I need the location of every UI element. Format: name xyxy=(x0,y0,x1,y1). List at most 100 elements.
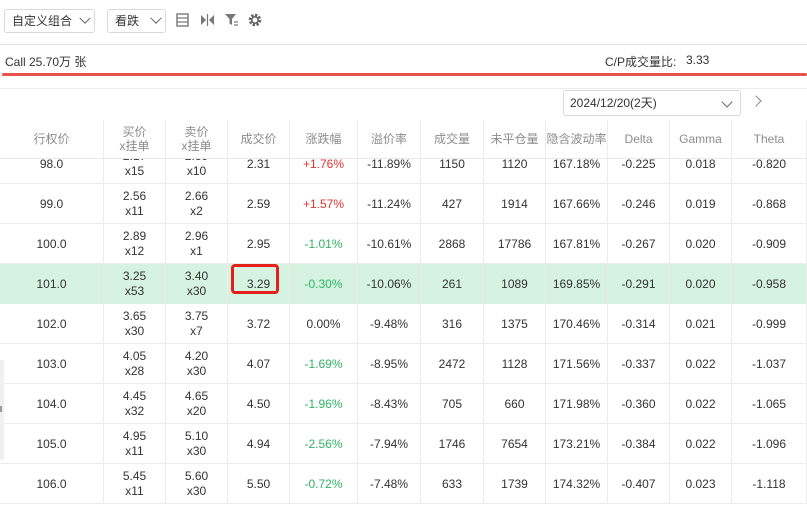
cell-premium: -11.24% xyxy=(358,184,421,224)
cell-bid: 3.25 x53 xyxy=(104,264,166,304)
cell-bid: 4.05 x28 xyxy=(104,344,166,384)
cell-ask: 2.96 x1 xyxy=(166,224,228,264)
column-header-last-price[interactable]: 成交价 xyxy=(228,120,290,158)
expiry-date-value: 2024/12/20(2天) xyxy=(570,96,657,110)
cell-strike: 105.0 xyxy=(0,424,104,464)
column-header-delta[interactable]: Delta xyxy=(608,120,670,158)
cell-gamma: 0.022 xyxy=(670,384,732,424)
cell-open-interest: 1375 xyxy=(484,304,546,344)
cell-open-interest: 1089 xyxy=(484,264,546,304)
column-header-bid[interactable]: 买价 x挂单 xyxy=(104,120,166,158)
cell-gamma: 0.022 xyxy=(670,344,732,384)
cell-change: +1.57% xyxy=(290,184,358,224)
table-row[interactable]: 104.0 4.45 x32 4.65 x20 4.50 -1.96% -8.43% 705… xyxy=(0,384,807,424)
cell-delta: -0.246 xyxy=(608,184,670,224)
table-row[interactable]: 103.0 4.05 x28 4.20 x30 4.07 -1.69% -8.95% 247… xyxy=(0,344,807,384)
column-header-open-interest[interactable]: 未平仓量 xyxy=(484,120,546,158)
column-header-strike[interactable]: 行权价 xyxy=(0,120,104,158)
cell-implied-volatility: 171.98% xyxy=(546,384,608,424)
gear-icon[interactable] xyxy=(247,12,263,28)
cell-ask: 3.40 x30 xyxy=(166,264,228,304)
cp-ratio-label: C/P成交量比: xyxy=(605,55,677,69)
cell-bid: 4.45 x32 xyxy=(104,384,166,424)
cell-volume: 633 xyxy=(421,464,484,504)
cell-open-interest: 7654 xyxy=(484,424,546,464)
cell-bid: 5.45 x11 xyxy=(104,464,166,504)
table-icon[interactable] xyxy=(176,12,190,28)
column-header-theta[interactable]: Theta xyxy=(732,120,807,158)
last-price-highlight-box xyxy=(231,264,279,294)
chevron-down-icon xyxy=(150,12,162,24)
cell-ask: 5.10 x30 xyxy=(166,424,228,464)
cell-change: -1.01% xyxy=(290,224,358,264)
cell-implied-volatility: 171.56% xyxy=(546,344,608,384)
cell-change: -1.96% xyxy=(290,384,358,424)
trend-dropdown-label: 看跌 xyxy=(115,14,140,28)
table-row[interactable]: 101.0 3.25 x53 3.40 x30 3.29 -0.30% -10.06% 26… xyxy=(0,264,807,304)
cell-gamma: 0.022 xyxy=(670,424,732,464)
column-header-volume[interactable]: 成交量 xyxy=(421,120,484,158)
cell-open-interest: 660 xyxy=(484,384,546,424)
cell-gamma: 0.020 xyxy=(670,224,732,264)
column-header-gamma[interactable]: Gamma xyxy=(670,120,732,158)
cell-change: -2.56% xyxy=(290,424,358,464)
cell-strike: 104.0 xyxy=(0,384,104,424)
cell-bid: 4.95 x11 xyxy=(104,424,166,464)
trend-dropdown[interactable]: 看跌 xyxy=(107,9,166,33)
cell-ask: 4.65 x20 xyxy=(166,384,228,424)
cell-volume: 2868 xyxy=(421,224,484,264)
cell-premium: -8.95% xyxy=(358,344,421,384)
cell-last-price: 3.72 xyxy=(228,304,290,344)
compare-icon[interactable] xyxy=(200,12,215,28)
cell-volume: 1746 xyxy=(421,424,484,464)
cell-open-interest: 1128 xyxy=(484,344,546,384)
cell-bid: 3.65 x30 xyxy=(104,304,166,344)
drag-handle-icon xyxy=(0,406,2,412)
table-row[interactable]: 99.0 2.56 x11 2.66 x2 2.59 +1.57% -11.24% 427 1… xyxy=(0,184,807,224)
chevron-down-icon xyxy=(79,12,91,24)
chevron-right-icon[interactable] xyxy=(750,95,762,107)
cell-gamma: 0.020 xyxy=(670,264,732,304)
cell-theta: -1.118 xyxy=(732,464,807,504)
cell-strike: 106.0 xyxy=(0,464,104,504)
cp-ratio-value: 3.33 xyxy=(686,53,710,67)
cell-strike: 102.0 xyxy=(0,304,104,344)
column-header-premium[interactable]: 溢价率 xyxy=(358,120,421,158)
cell-premium: -9.48% xyxy=(358,304,421,344)
call-summary-bar: Call 25.70万 张 C/P成交量比: 3.33 xyxy=(0,44,807,89)
cell-premium: -7.48% xyxy=(358,464,421,504)
toolbar: 自定义组合 看跌 xyxy=(0,0,807,45)
cell-gamma: 0.021 xyxy=(670,304,732,344)
cell-strike: 100.0 xyxy=(0,224,104,264)
cell-theta: -1.037 xyxy=(732,344,807,384)
portfolio-dropdown[interactable]: 自定义组合 xyxy=(4,9,95,33)
column-header-ask[interactable]: 卖价 x挂单 xyxy=(166,120,228,158)
table-row[interactable]: 105.0 4.95 x11 5.10 x30 4.94 -2.56% -7.94% 174… xyxy=(0,424,807,464)
cell-delta: -0.407 xyxy=(608,464,670,504)
cell-delta: -0.291 xyxy=(608,264,670,304)
cell-delta: -0.337 xyxy=(608,344,670,384)
cell-change: 0.00% xyxy=(290,304,358,344)
table-row[interactable]: 106.0 5.45 x11 5.60 x30 5.50 -0.72% -7.48% 633… xyxy=(0,464,807,504)
options-table-header: 行权价 买价 x挂单 卖价 x挂单 成交价 涨跌幅 溢价率 成交量 未平仓量 隐含波动率 Delt… xyxy=(0,120,807,159)
cell-change: -0.72% xyxy=(290,464,358,504)
cell-ask: 2.66 x2 xyxy=(166,184,228,224)
table-row[interactable]: 102.0 3.65 x30 3.75 x7 3.72 0.00% -9.48% 316 13… xyxy=(0,304,807,344)
expiry-date-select[interactable]: 2024/12/20(2天) xyxy=(563,90,741,116)
column-header-change[interactable]: 涨跌幅 xyxy=(290,120,358,158)
cell-gamma: 0.023 xyxy=(670,464,732,504)
cell-implied-volatility: 170.46% xyxy=(546,304,608,344)
column-header-implied-volatility[interactable]: 隐含波动率 xyxy=(546,120,608,158)
table-row[interactable]: 100.0 2.89 x12 2.96 x1 2.95 -1.01% -10.61% 286… xyxy=(0,224,807,264)
cell-theta: -0.909 xyxy=(732,224,807,264)
cell-volume: 261 xyxy=(421,264,484,304)
cell-ask: 5.60 x30 xyxy=(166,464,228,504)
filter-icon[interactable] xyxy=(224,12,239,28)
call-ratio-bar xyxy=(2,73,807,76)
cell-strike: 99.0 xyxy=(0,184,104,224)
cell-change: -0.30% xyxy=(290,264,358,304)
cell-implied-volatility: 173.21% xyxy=(546,424,608,464)
cell-premium: -8.43% xyxy=(358,384,421,424)
cell-premium: -7.94% xyxy=(358,424,421,464)
cell-bid: 2.56 x11 xyxy=(104,184,166,224)
